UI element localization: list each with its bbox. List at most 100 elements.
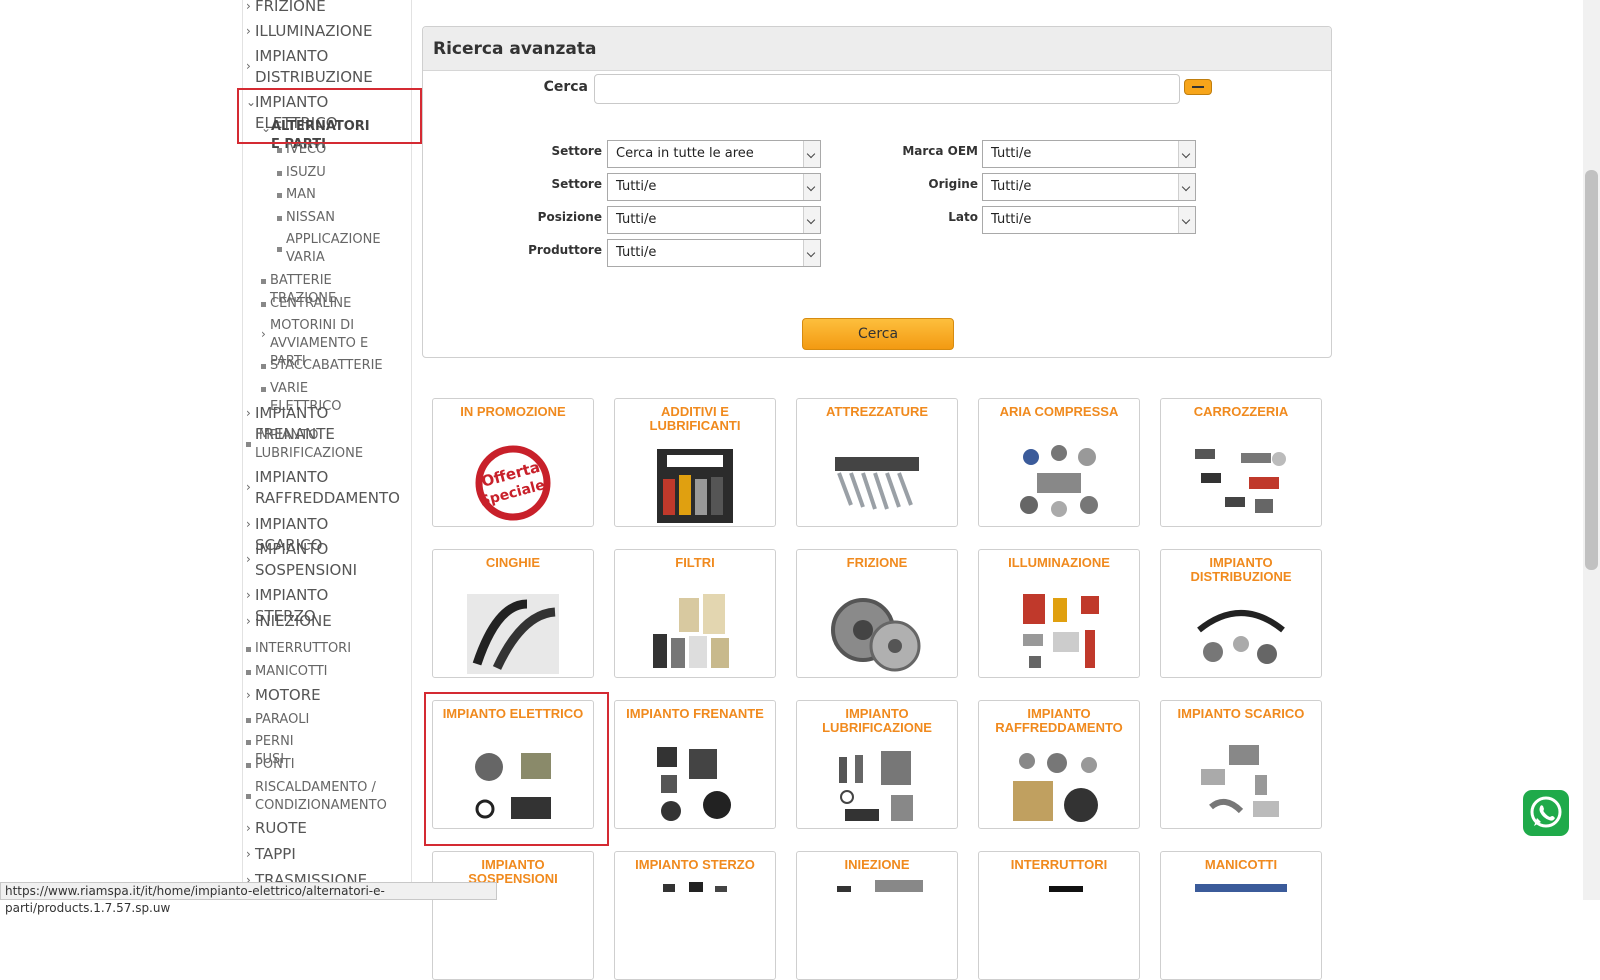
category-tile-impianto-lubrificazione[interactable]: IMPIANTO LUBRIFICAZIONE (796, 700, 958, 829)
switches-image (1049, 886, 1083, 892)
chevron-right-icon: › (246, 24, 251, 38)
radiator-image (1013, 753, 1098, 822)
bullet-icon (277, 171, 282, 176)
exhaust-image (1201, 745, 1279, 817)
cerca-label: Cerca (543, 79, 588, 95)
category-tile-aria-compressa[interactable]: ARIA COMPRESSA (978, 398, 1140, 527)
panel-header: Ricerca avanzata (423, 27, 1331, 71)
chevron-down-icon (1178, 141, 1195, 167)
bullet-icon (246, 670, 251, 675)
chevron-right-icon: › (246, 406, 251, 420)
lato-select[interactable]: Tutti/e (982, 206, 1196, 234)
chevron-right-icon: › (246, 614, 251, 628)
body-parts-image (1195, 449, 1286, 513)
search-submit-button[interactable]: Cerca (802, 318, 954, 350)
chevron-down-icon (803, 240, 820, 266)
bullet-icon (246, 718, 251, 723)
category-tile-in-promozione[interactable]: IN PROMOZIONE Offerta Speciale! (432, 398, 594, 527)
timing-kit-image (1197, 610, 1285, 664)
collapse-search-button[interactable] (1184, 79, 1212, 95)
lights-image (1023, 594, 1099, 668)
chevron-right-icon: › (246, 552, 251, 566)
bullet-icon (261, 364, 266, 369)
chevron-right-icon: › (246, 59, 251, 73)
settore-label-2: Settore (551, 177, 602, 191)
whatsapp-icon (1530, 796, 1562, 828)
chevron-right-icon: › (246, 517, 251, 531)
search-input[interactable] (594, 74, 1180, 104)
hoses-image (1195, 884, 1287, 892)
origine-select[interactable]: Tutti/e (982, 173, 1196, 201)
category-tile-illuminazione[interactable]: ILLUMINAZIONE (978, 549, 1140, 678)
chevron-down-icon (803, 141, 820, 167)
category-tile-interruttori[interactable]: INTERRUTTORI (978, 851, 1140, 980)
chevron-right-icon: › (246, 480, 251, 494)
bullet-icon (246, 740, 251, 745)
steering-image (663, 882, 727, 892)
injection-image (837, 880, 923, 892)
category-tile-impianto-raffreddamento[interactable]: IMPIANTO RAFFREDDAMENTO (978, 700, 1140, 829)
chevron-right-icon: › (246, 821, 251, 835)
scrollbar-thumb[interactable] (1585, 170, 1598, 570)
category-tile-frizione[interactable]: FRIZIONE (796, 549, 958, 678)
lubricant-products-image (657, 449, 733, 523)
panel-title: Ricerca avanzata (433, 39, 597, 59)
settore-label: Settore (551, 144, 602, 158)
chevron-right-icon: › (261, 327, 266, 341)
category-tile-cinghie[interactable]: CINGHIE (432, 549, 594, 678)
category-tile-impianto-sospensioni[interactable]: IMPIANTO SOSPENSIONI (432, 851, 594, 980)
category-tile-impianto-distribuzione[interactable]: IMPIANTO DISTRIBUZIONE (1160, 549, 1322, 678)
lato-label: Lato (948, 210, 978, 224)
settore-select[interactable]: Tutti/e (607, 173, 821, 201)
chevron-right-icon: › (246, 0, 251, 13)
whatsapp-button[interactable] (1523, 790, 1569, 836)
bullet-icon (261, 279, 266, 284)
clutch-image (831, 598, 921, 672)
wrench-set-image (835, 457, 919, 510)
bullet-icon (277, 216, 282, 221)
belts-image (467, 594, 559, 674)
category-tile-manicotti[interactable]: MANICOTTI (1160, 851, 1322, 980)
chevron-down-icon (803, 207, 820, 233)
settore-area-select[interactable]: Cerca in tutte le aree (607, 140, 821, 168)
origine-label: Origine (928, 177, 978, 191)
bullet-icon (277, 247, 282, 252)
category-tile-attrezzature[interactable]: ATTREZZATURE (796, 398, 958, 527)
marca-oem-select[interactable]: Tutti/e (982, 140, 1196, 168)
bullet-icon (246, 647, 251, 652)
oil-pump-image (839, 751, 913, 821)
filters-image (653, 594, 729, 668)
category-sidebar: › FRIZIONE › ILLUMINAZIONE › IMPIANTO DISTR… (0, 0, 422, 900)
category-tile-impianto-scarico[interactable]: IMPIANTO SCARICO (1160, 700, 1322, 829)
air-compressor-parts-image (1020, 445, 1098, 517)
offerta-speciale-badge: Offerta Speciale! (475, 445, 553, 521)
bullet-icon (246, 794, 251, 799)
browser-status-bar: https://www.riamspa.it/it/home/impianto-… (0, 882, 497, 915)
category-tile-impianto-frenante[interactable]: IMPIANTO FRENANTE (614, 700, 776, 829)
bullet-icon (277, 193, 282, 198)
category-tile-impianto-sterzo[interactable]: IMPIANTO STERZO (614, 851, 776, 980)
bullet-icon (261, 387, 266, 392)
chevron-right-icon: › (246, 588, 251, 602)
category-tile-additivi[interactable]: ADDITIVI E LUBRIFICANTI (614, 398, 776, 527)
chevron-right-icon: › (246, 688, 251, 702)
posizione-select[interactable]: Tutti/e (607, 206, 821, 234)
category-tile-iniezione[interactable]: INIEZIONE (796, 851, 958, 980)
chevron-down-icon (1178, 207, 1195, 233)
bullet-icon (277, 148, 282, 153)
brake-parts-image (657, 747, 731, 821)
category-tile-filtri[interactable]: FILTRI (614, 549, 776, 678)
highlight-current-tile (424, 692, 609, 846)
chevron-down-icon (1178, 174, 1195, 200)
marca-oem-label: Marca OEM (902, 144, 978, 158)
produttore-select[interactable]: Tutti/e (607, 239, 821, 267)
highlight-current-category (237, 88, 422, 144)
bullet-icon (246, 763, 251, 768)
chevron-right-icon: › (246, 847, 251, 861)
produttore-label: Produttore (528, 243, 602, 257)
bullet-icon (246, 442, 251, 447)
category-tile-carrozzeria[interactable]: CARROZZERIA (1160, 398, 1322, 527)
posizione-label: Posizione (537, 210, 602, 224)
bullet-icon (261, 302, 266, 307)
chevron-down-icon (803, 174, 820, 200)
